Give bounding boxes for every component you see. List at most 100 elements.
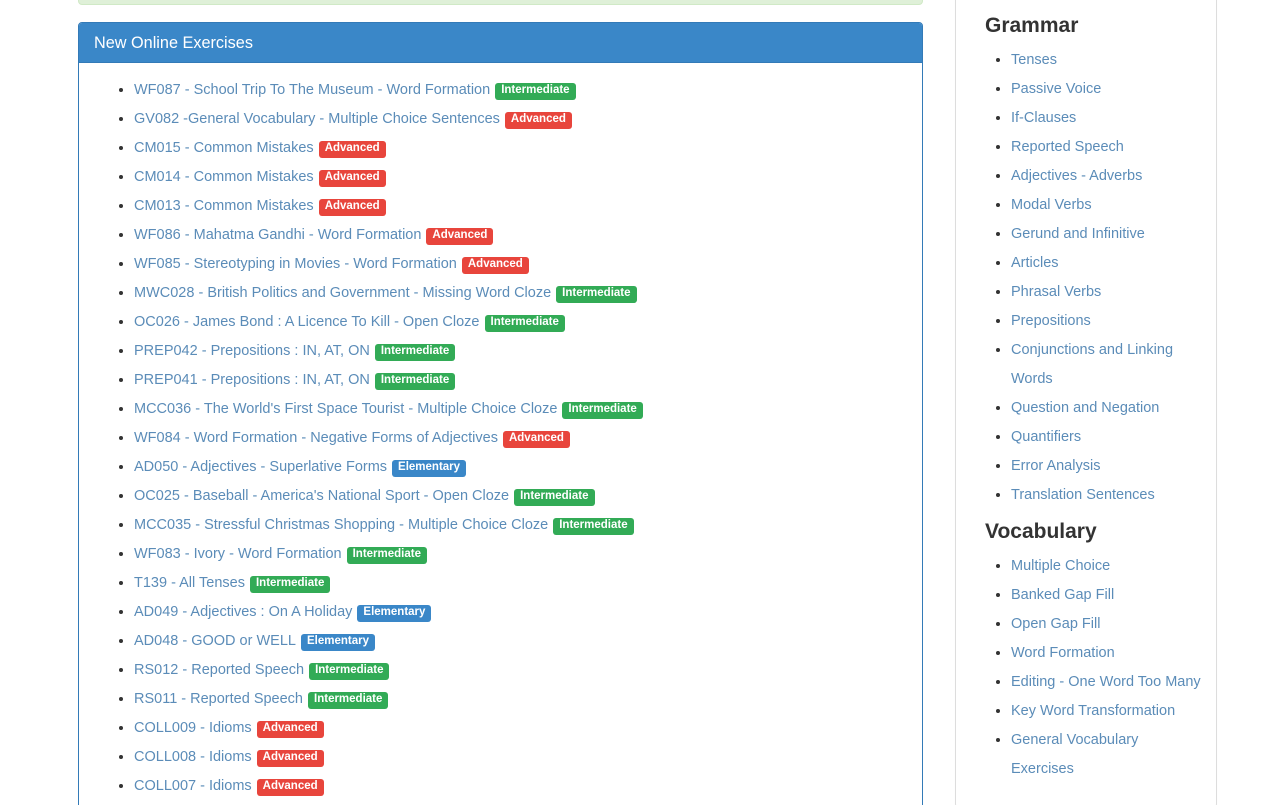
sidebar-link[interactable]: Modal Verbs	[1011, 197, 1092, 213]
exercise-link[interactable]: COLL009 - Idioms	[134, 720, 252, 736]
list-item: Translation Sentences	[1011, 480, 1201, 509]
level-badge: Advanced	[257, 721, 324, 738]
exercise-link[interactable]: AD049 - Adjectives : On A Holiday	[134, 604, 352, 620]
list-item: Conjunctions and Linking Words	[1011, 335, 1201, 393]
sidebar-link[interactable]: Prepositions	[1011, 313, 1091, 329]
list-item: Passive Voice	[1011, 74, 1201, 103]
sidebar-link[interactable]: Editing - One Word Too Many	[1011, 674, 1201, 690]
level-badge: Advanced	[319, 170, 386, 187]
level-badge: Intermediate	[250, 576, 330, 593]
exercise-link[interactable]: COLL008 - Idioms	[134, 749, 252, 765]
sidebar-link[interactable]: If-Clauses	[1011, 110, 1076, 126]
sidebar-link[interactable]: Open Gap Fill	[1011, 616, 1100, 632]
exercise-link[interactable]: PREP041 - Prepositions : IN, AT, ON	[134, 372, 370, 388]
exercise-link[interactable]: COLL007 - Idioms	[134, 778, 252, 794]
list-item: RS012 - Reported SpeechIntermediate	[134, 655, 907, 684]
exercise-link[interactable]: AD048 - GOOD or WELL	[134, 633, 296, 649]
sidebar-link[interactable]: Phrasal Verbs	[1011, 284, 1101, 300]
list-item: GV082 -General Vocabulary - Multiple Cho…	[134, 104, 907, 133]
level-badge: Advanced	[319, 199, 386, 216]
sidebar-link[interactable]: Reported Speech	[1011, 139, 1124, 155]
panel-body: WF087 - School Trip To The Museum - Word…	[79, 63, 922, 805]
level-badge: Advanced	[319, 141, 386, 158]
sidebar-link[interactable]: Gerund and Infinitive	[1011, 226, 1145, 242]
exercise-link[interactable]: CM013 - Common Mistakes	[134, 198, 314, 214]
sidebar-link[interactable]: Quantifiers	[1011, 429, 1081, 445]
exercise-link[interactable]: WF087 - School Trip To The Museum - Word…	[134, 82, 490, 98]
list-item: General Vocabulary Exercises	[1011, 725, 1201, 783]
list-item: COLL006 - IdiomsAdvanced	[134, 800, 907, 805]
grammar-list: Tenses Passive Voice If-Clauses Reported Sp…	[971, 45, 1201, 509]
sidebar-link[interactable]: Passive Voice	[1011, 81, 1101, 97]
list-item: OC025 - Baseball - America's National Sp…	[134, 481, 907, 510]
exercise-link[interactable]: GV082 -General Vocabulary - Multiple Cho…	[134, 111, 500, 127]
exercise-list: WF087 - School Trip To The Museum - Word…	[94, 75, 907, 805]
list-item: Tenses	[1011, 45, 1201, 74]
exercise-link[interactable]: MCC035 - Stressful Christmas Shopping - …	[134, 517, 548, 533]
list-item: CM014 - Common Mistakes Advanced	[134, 162, 907, 191]
sidebar-link[interactable]: Error Analysis	[1011, 458, 1100, 474]
level-badge: Intermediate	[375, 373, 455, 390]
sidebar-link[interactable]: Articles	[1011, 255, 1059, 271]
categories-panel-body: Grammar Tenses Passive Voice If-Clauses Rep…	[956, 0, 1216, 805]
exercise-link[interactable]: OC025 - Baseball - America's National Sp…	[134, 488, 509, 504]
exercise-link[interactable]: CM014 - Common Mistakes	[134, 169, 314, 185]
list-item: T139 - All Tenses Intermediate	[134, 568, 907, 597]
exercise-link[interactable]: OC026 - James Bond : A Licence To Kill -…	[134, 314, 480, 330]
exercise-link[interactable]: RS012 - Reported Speech	[134, 662, 304, 678]
level-badge: Intermediate	[308, 692, 388, 709]
level-badge: Intermediate	[485, 315, 565, 332]
list-item: Reported Speech	[1011, 132, 1201, 161]
level-badge: Elementary	[357, 605, 431, 622]
level-badge: Intermediate	[556, 286, 636, 303]
level-badge: Elementary	[301, 634, 375, 651]
list-item: Multiple Choice	[1011, 551, 1201, 580]
sidebar-link[interactable]: Question and Negation	[1011, 400, 1159, 416]
sidebar-link[interactable]: Adjectives - Adverbs	[1011, 168, 1142, 184]
level-badge: Intermediate	[495, 83, 575, 100]
list-item: Banked Gap Fill	[1011, 580, 1201, 609]
list-item: COLL008 - IdiomsAdvanced	[134, 742, 907, 771]
exercise-link[interactable]: MWC028 - British Politics and Government…	[134, 285, 551, 301]
list-item: AD049 - Adjectives : On A Holiday Element…	[134, 597, 907, 626]
sidebar-link[interactable]: General Vocabulary Exercises	[1011, 732, 1138, 777]
exercise-link[interactable]: WF084 - Word Formation - Negative Forms …	[134, 430, 498, 446]
page-root: New Online Exercises WF087 - School Trip…	[0, 0, 1268, 805]
list-item: Error Analysis	[1011, 451, 1201, 480]
exercise-link[interactable]: PREP042 - Prepositions : IN, AT, ON	[134, 343, 370, 359]
exercise-link[interactable]: WF086 - Mahatma Gandhi - Word Formation	[134, 227, 421, 243]
exercise-link[interactable]: WF085 - Stereotyping in Movies - Word Fo…	[134, 256, 457, 272]
exercise-link[interactable]: AD050 - Adjectives - Superlative Forms	[134, 459, 387, 475]
list-item: Quantifiers	[1011, 422, 1201, 451]
sidebar-link[interactable]: Multiple Choice	[1011, 558, 1110, 574]
list-item: Editing - One Word Too Many	[1011, 667, 1201, 696]
sidebar-link[interactable]: Conjunctions and Linking Words	[1011, 342, 1173, 387]
list-item: MCC036 - The World's First Space Tourist…	[134, 394, 907, 423]
exercise-link[interactable]: CM015 - Common Mistakes	[134, 140, 314, 156]
list-item: CM015 - Common Mistakes Advanced	[134, 133, 907, 162]
exercise-link[interactable]: MCC036 - The World's First Space Tourist…	[134, 401, 557, 417]
grammar-heading: Grammar	[985, 13, 1201, 39]
list-item: Open Gap Fill	[1011, 609, 1201, 638]
sidebar-column: Grammar Tenses Passive Voice If-Clauses Rep…	[955, 0, 1217, 805]
list-item: PREP042 - Prepositions : IN, AT, ONInter…	[134, 336, 907, 365]
list-item: AD050 - Adjectives - Superlative FormsEl…	[134, 452, 907, 481]
exercise-link[interactable]: RS011 - Reported Speech	[134, 691, 303, 707]
main-content-column: New Online Exercises WF087 - School Trip…	[78, 22, 923, 805]
sidebar-link[interactable]: Translation Sentences	[1011, 487, 1155, 503]
exercise-link[interactable]: T139 - All Tenses	[134, 575, 245, 591]
level-badge: Advanced	[257, 779, 324, 796]
sidebar-link[interactable]: Word Formation	[1011, 645, 1115, 661]
exercise-link[interactable]: WF083 - Ivory - Word Formation	[134, 546, 342, 562]
sidebar-link[interactable]: Banked Gap Fill	[1011, 587, 1114, 603]
level-badge: Advanced	[505, 112, 572, 129]
sidebar-link[interactable]: Tenses	[1011, 52, 1057, 68]
categories-panel: Grammar Tenses Passive Voice If-Clauses Rep…	[955, 0, 1217, 805]
level-badge: Intermediate	[553, 518, 633, 535]
sidebar-link[interactable]: Key Word Transformation	[1011, 703, 1175, 719]
list-item: WF087 - School Trip To The Museum - Word…	[134, 75, 907, 104]
list-item: COLL007 - Idioms Advanced	[134, 771, 907, 800]
list-item: Phrasal Verbs	[1011, 277, 1201, 306]
list-item: Word Formation	[1011, 638, 1201, 667]
list-item: COLL009 - Idioms Advanced	[134, 713, 907, 742]
